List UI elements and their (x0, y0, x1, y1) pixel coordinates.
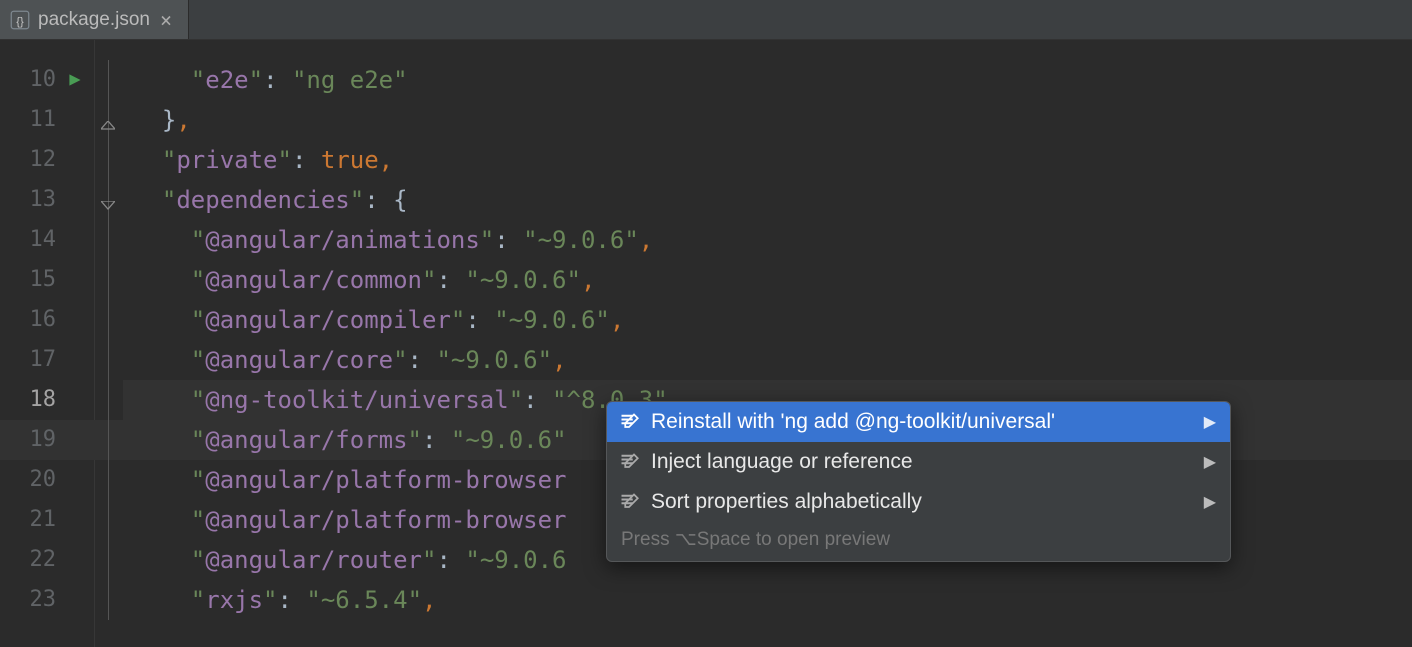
fold-gutter-cell (95, 340, 123, 380)
code-line[interactable]: "@angular/animations": "~9.0.6", (123, 220, 1412, 260)
editor-tab[interactable]: {} package.json × (0, 0, 189, 39)
intention-action-item[interactable]: Inject language or reference ▶ (607, 442, 1230, 482)
fold-gutter-cell (95, 580, 123, 620)
fold-gutter-cell (95, 60, 123, 100)
line-number: 19 (0, 420, 94, 460)
line-number-gutter: 1011121314151617181920212223 (0, 40, 95, 647)
code-line[interactable]: "@angular/compiler": "~9.0.6", (123, 300, 1412, 340)
submenu-arrow-icon: ▶ (1204, 452, 1216, 472)
fold-gutter-cell (95, 260, 123, 300)
line-number: 10 (0, 60, 94, 100)
fold-gutter-cell (95, 140, 123, 180)
close-tab-icon[interactable]: × (158, 10, 174, 30)
intention-action-label: Sort properties alphabetically (651, 490, 1192, 514)
fold-start-icon[interactable] (101, 193, 115, 207)
fold-gutter-cell (95, 540, 123, 580)
json-file-icon: {} (10, 10, 30, 30)
intention-bulb-icon (619, 412, 639, 432)
line-number: 21 (0, 500, 94, 540)
fold-column (95, 40, 123, 647)
code-line[interactable]: "private": true, (123, 140, 1412, 180)
fold-end-icon[interactable] (101, 113, 115, 127)
code-line[interactable]: "e2e": "ng e2e" (123, 60, 1412, 100)
code-line[interactable]: }, (123, 100, 1412, 140)
line-number: 18 (0, 380, 94, 420)
popup-hint: Press ⌥Space to open preview (607, 522, 1230, 561)
tab-bar: {} package.json × (0, 0, 1412, 40)
line-number: 12 (0, 140, 94, 180)
submenu-arrow-icon: ▶ (1204, 412, 1216, 432)
fold-gutter-cell (95, 100, 123, 140)
intention-action-item[interactable]: Sort properties alphabetically ▶ (607, 482, 1230, 522)
line-number: 22 (0, 540, 94, 580)
line-number: 15 (0, 260, 94, 300)
tab-filename: package.json (38, 9, 150, 31)
code-line[interactable]: "@angular/core": "~9.0.6", (123, 340, 1412, 380)
code-line[interactable]: "dependencies": { (123, 180, 1412, 220)
fold-gutter-cell (95, 420, 123, 460)
run-gutter-icon[interactable] (68, 73, 82, 87)
intention-action-label: Inject language or reference (651, 450, 1192, 474)
fold-gutter-cell (95, 300, 123, 340)
intention-action-label: Reinstall with 'ng add @ng-toolkit/unive… (651, 410, 1192, 434)
fold-gutter-cell (95, 500, 123, 540)
intention-bulb-icon (619, 492, 639, 512)
line-number: 17 (0, 340, 94, 380)
line-number: 14 (0, 220, 94, 260)
intention-bulb-icon (619, 452, 639, 472)
submenu-arrow-icon: ▶ (1204, 492, 1216, 512)
line-number: 11 (0, 100, 94, 140)
svg-text:{}: {} (16, 16, 24, 28)
line-number: 13 (0, 180, 94, 220)
intention-actions-popup: Reinstall with 'ng add @ng-toolkit/unive… (606, 401, 1231, 562)
fold-gutter-cell (95, 180, 123, 220)
fold-gutter-cell (95, 380, 123, 420)
line-number: 20 (0, 460, 94, 500)
code-line[interactable]: "rxjs": "~6.5.4", (123, 580, 1412, 620)
code-line[interactable]: "@angular/common": "~9.0.6", (123, 260, 1412, 300)
line-number: 23 (0, 580, 94, 620)
line-number: 16 (0, 300, 94, 340)
fold-gutter-cell (95, 460, 123, 500)
fold-gutter-cell (95, 220, 123, 260)
intention-action-item[interactable]: Reinstall with 'ng add @ng-toolkit/unive… (607, 402, 1230, 442)
